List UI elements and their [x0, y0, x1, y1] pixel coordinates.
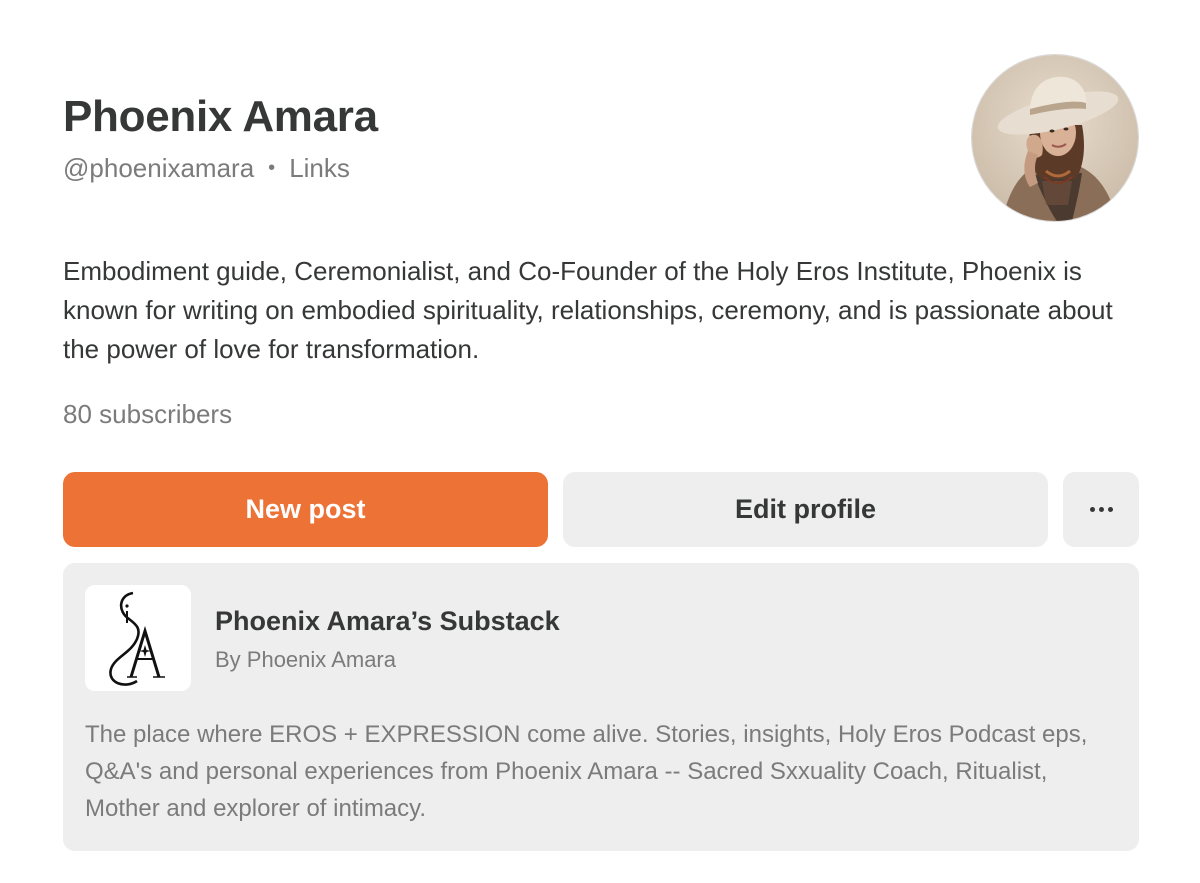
profile-name: Phoenix Amara [63, 92, 378, 141]
new-post-button[interactable]: New post [63, 472, 548, 547]
publication-logo [85, 585, 191, 691]
edit-profile-button[interactable]: Edit profile [563, 472, 1048, 547]
publication-card[interactable]: Phoenix Amara’s Substack By Phoenix Amar… [63, 563, 1139, 851]
more-horizontal-icon [1089, 507, 1113, 512]
separator-dot: • [268, 157, 276, 179]
subscriber-count[interactable]: 80 subscribers [63, 399, 232, 430]
links-link[interactable]: Links [289, 153, 350, 184]
publication-logo-icon [85, 585, 191, 691]
profile-bio: Embodiment guide, Ceremonialist, and Co-… [63, 256, 1113, 364]
avatar[interactable] [972, 55, 1138, 221]
avatar-photo [972, 55, 1138, 221]
publication-title[interactable]: Phoenix Amara’s Substack [215, 606, 560, 637]
profile-page: Phoenix Amara @phoenixamara • Links Embo… [0, 0, 1200, 883]
publication-byline: By Phoenix Amara [215, 647, 396, 672]
profile-handle[interactable]: @phoenixamara [63, 153, 254, 184]
publication-description: The place where EROS + EXPRESSION come a… [85, 721, 1088, 822]
more-options-button[interactable] [1063, 472, 1139, 547]
profile-meta: @phoenixamara • Links [63, 153, 350, 184]
